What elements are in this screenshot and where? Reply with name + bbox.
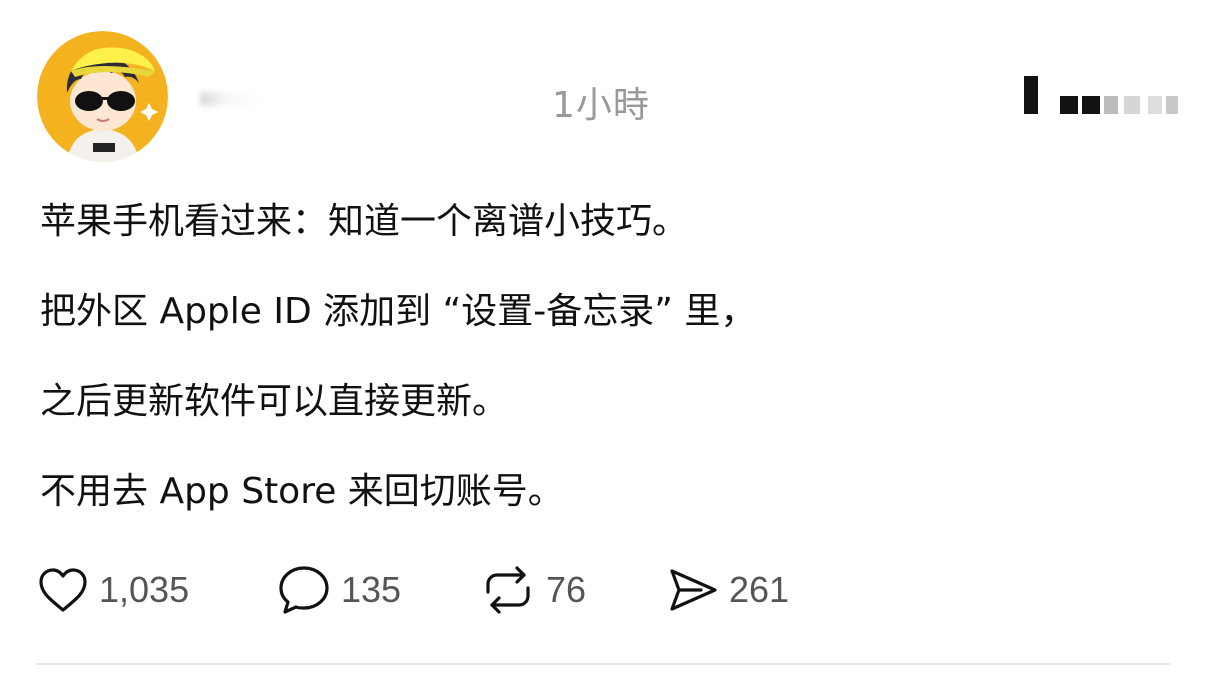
post-line: 苹果手机看过来：知道一个离谱小技巧。	[40, 201, 689, 242]
post-body: 苹果手机看过来：知道一个离谱小技巧。 把外区 Apple ID 添加到 “设置-…	[40, 200, 1170, 560]
comment-count: 135	[341, 569, 402, 610]
more-options-redacted[interactable]	[1020, 76, 1178, 116]
avatar-image	[37, 31, 168, 162]
post-timestamp: 1小時	[552, 85, 650, 126]
post-line: 之后更新软件可以直接更新。	[40, 381, 509, 422]
repost-button[interactable]: 76	[480, 564, 586, 616]
divider	[37, 663, 1170, 665]
post-actions-bar: 1,035 135 76 261	[37, 564, 1177, 616]
post-card: 1小時 苹果手机看过来：知道一个离谱小技巧。 把外区 Apple ID 添加到 …	[0, 0, 1206, 683]
like-button[interactable]: 1,035	[37, 564, 189, 616]
avatar[interactable]	[37, 31, 168, 162]
share-count: 261	[729, 569, 790, 610]
send-icon	[670, 569, 717, 611]
heart-icon	[39, 568, 87, 612]
like-count: 1,035	[99, 569, 190, 610]
comment-button[interactable]: 135	[277, 564, 401, 616]
repost-count: 76	[546, 569, 587, 610]
share-button[interactable]: 261	[667, 564, 789, 616]
post-line: 把外区 Apple ID 添加到 “设置-备忘录” 里，	[40, 291, 757, 332]
repost-icon	[486, 566, 530, 614]
username-redacted	[200, 92, 530, 106]
comment-bubble-icon	[279, 566, 329, 614]
post-line: 不用去 App Store 来回切账号。	[40, 471, 564, 512]
